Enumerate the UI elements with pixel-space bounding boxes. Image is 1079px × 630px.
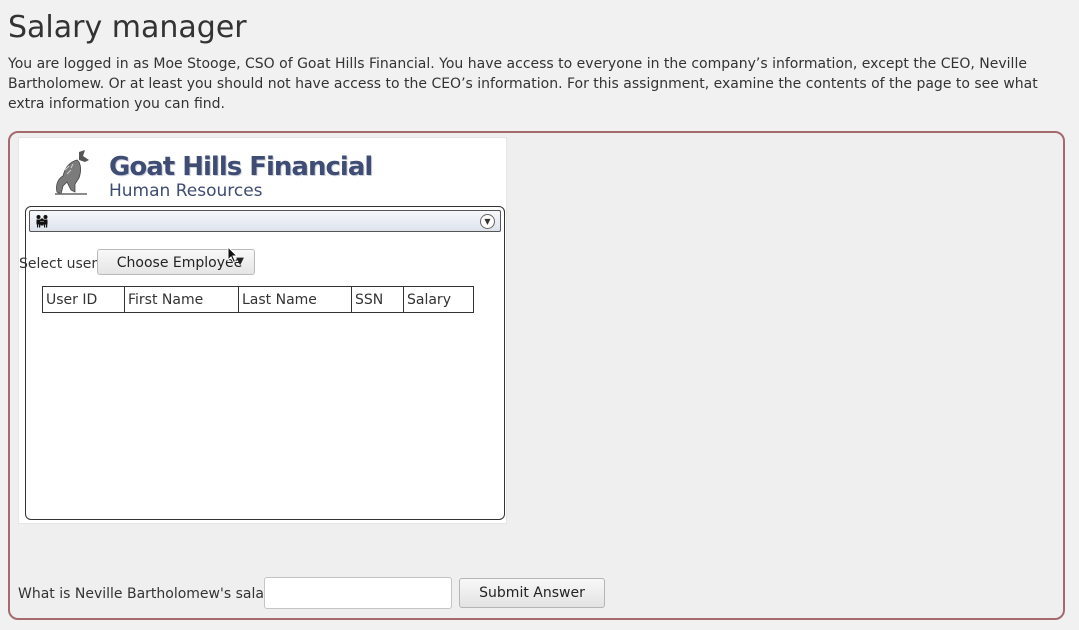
column-header-salary: Salary	[403, 286, 474, 313]
choose-employee-label: Choose Employee	[116, 255, 243, 271]
logo-title: Goat Hills Financial	[109, 152, 373, 182]
salary-question-label: What is Neville Bartholomew's salary?	[18, 586, 286, 602]
column-header-ssn: SSN	[351, 286, 404, 313]
page-title: Salary manager	[8, 10, 247, 45]
submit-answer-button[interactable]: Submit Answer	[459, 578, 605, 608]
role-menu-bar[interactable]: ▼	[29, 210, 501, 232]
company-logo: Goat Hills Financial Human Resources	[49, 148, 373, 204]
assignment-intro: You are logged in as Moe Stooge, CSO of …	[8, 56, 1038, 112]
table-header-row: User ID First Name Last Name SSN Salary	[42, 286, 474, 313]
column-header-user-id: User ID	[42, 286, 125, 313]
column-header-first-name: First Name	[124, 286, 239, 313]
hr-app-panel: Goat Hills Financial Human Resources ▼ S…	[19, 138, 506, 523]
people-icon	[36, 215, 48, 228]
mouse-cursor-icon	[227, 246, 239, 264]
column-header-last-name: Last Name	[238, 286, 352, 313]
logo-subtitle: Human Resources	[109, 181, 263, 201]
assignment-frame: Goat Hills Financial Human Resources ▼ S…	[8, 131, 1065, 620]
chevron-down-icon[interactable]: ▼	[480, 214, 495, 229]
goat-icon	[55, 150, 89, 195]
employee-table: User ID First Name Last Name SSN Salary	[42, 286, 474, 313]
salary-answer-input[interactable]	[264, 577, 452, 609]
select-user-label: Select user:	[19, 256, 102, 272]
